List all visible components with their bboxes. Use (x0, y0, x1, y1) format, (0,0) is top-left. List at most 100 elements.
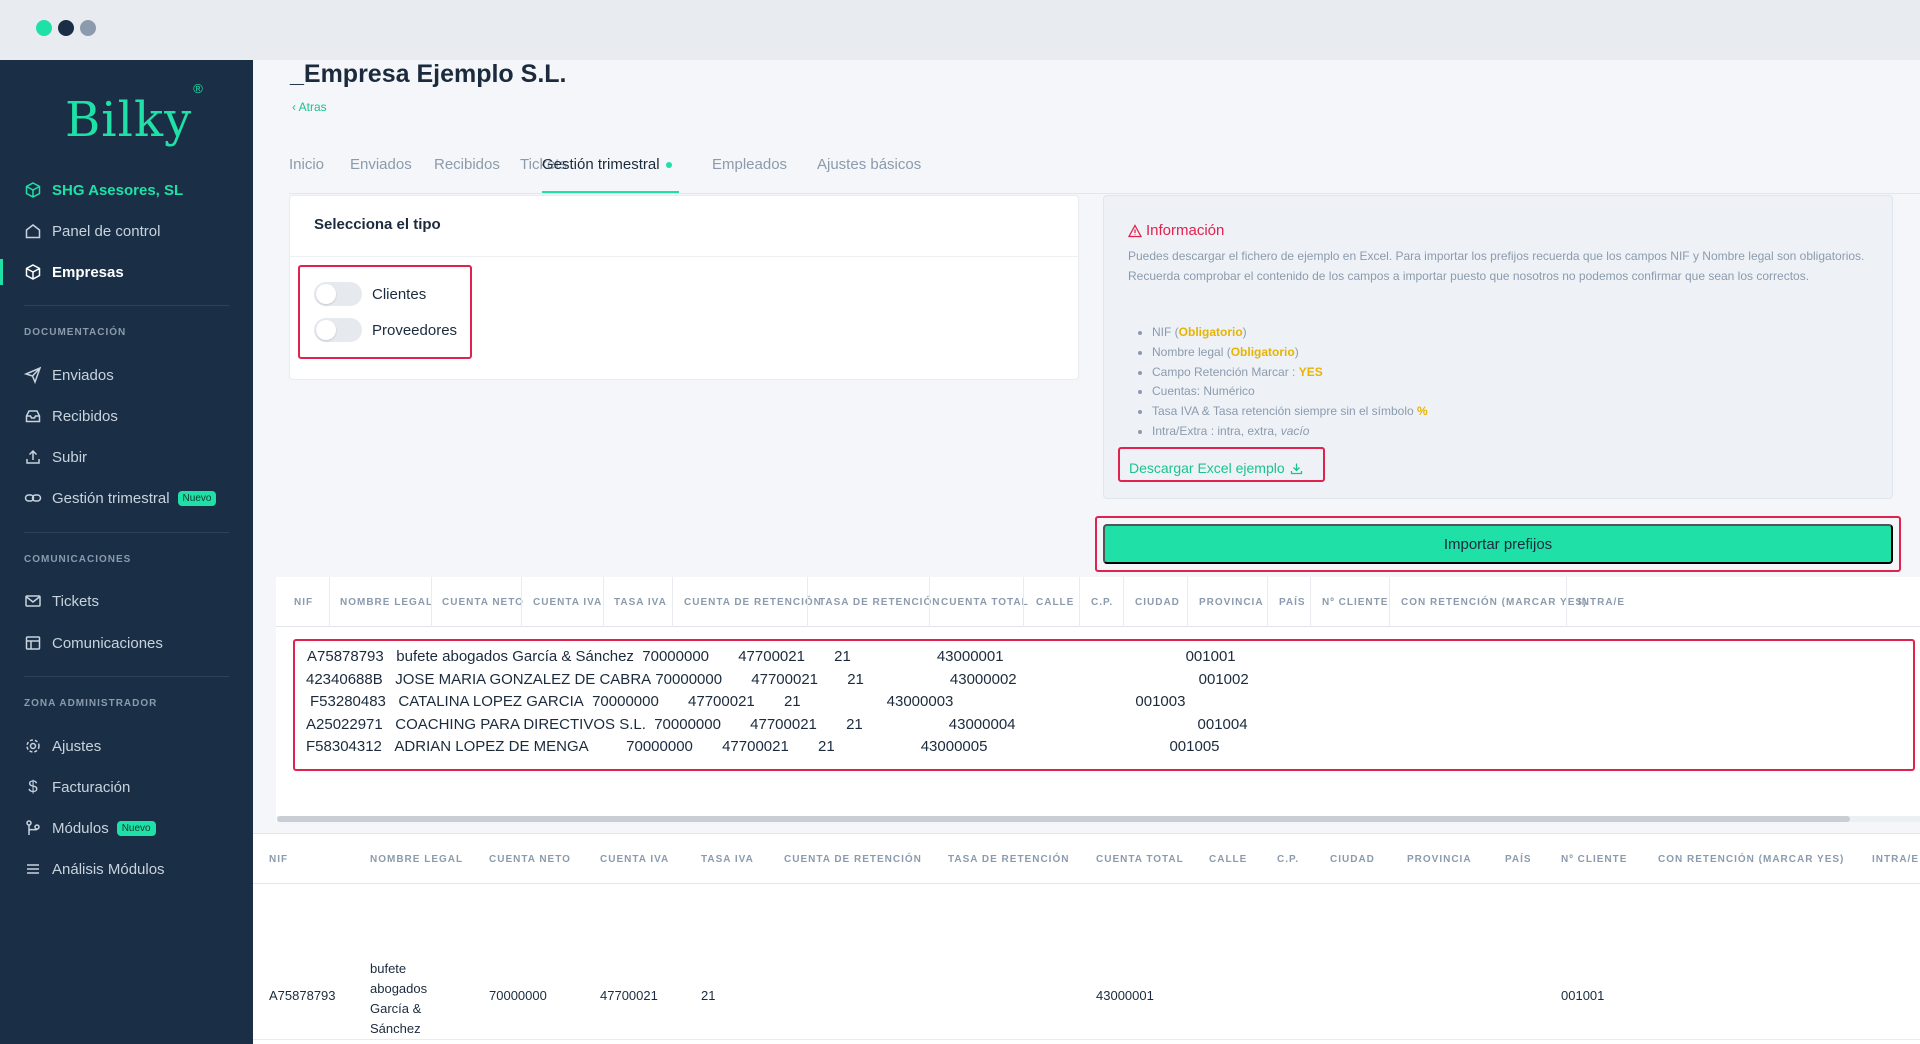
send-icon (24, 366, 42, 384)
tab-gestion-trimestral[interactable]: Gestión trimestral (542, 156, 672, 173)
column-header: TASA IVA (614, 597, 667, 608)
new-badge: Nuevo (177, 490, 217, 506)
proveedores-label: Proveedores (372, 321, 458, 339)
section-heading-zona-administrador: ZONA ADMINISTRADOR (24, 698, 158, 709)
card-title: Selecciona el tipo (314, 216, 441, 233)
back-link[interactable]: ‹ Atras (292, 100, 327, 114)
raw-data-line: 42340688B JOSE MARIA GONZALEZ DE CABRA 7… (306, 671, 1249, 688)
new-badge: Nuevo (116, 820, 156, 836)
window-icon (24, 634, 42, 652)
sidebar-item-label: Facturación (52, 778, 131, 796)
row-divider (253, 1039, 1920, 1040)
proveedores-toggle-row[interactable]: Proveedores (314, 318, 457, 342)
info-description: Puedes descargar el fichero de ejemplo e… (1128, 249, 1865, 283)
sidebar-item-comunicaciones[interactable]: Comunicaciones (24, 631, 163, 655)
sidebar-item-label: Tickets (52, 592, 99, 610)
column-header: PROVINCIA (1199, 597, 1264, 608)
result-header-row: NIF NOMBRE LEGAL CUENTA NETO CUENTA IVA … (253, 834, 1920, 884)
tab-bar: Inicio Enviados Recibidos Tickets Gestió… (289, 156, 1920, 194)
card-divider (290, 256, 1078, 257)
sidebar-item-tickets[interactable]: Tickets (24, 589, 99, 613)
cube-icon (24, 263, 42, 281)
sidebar-item-gestion-trimestral[interactable]: Gestión trimestral Nuevo (24, 486, 217, 510)
sidebar-item-panel-de-control[interactable]: Panel de control (24, 219, 160, 243)
sidebar-item-analisis-modulos[interactable]: Análisis Módulos (24, 857, 165, 881)
column-header: CUENTA DE RETENCIÓN (684, 597, 822, 608)
sidebar-item-label: Subir (52, 448, 88, 466)
dashboard-icon (24, 222, 42, 240)
section-heading-documentacion: DOCUMENTACIÓN (24, 327, 127, 338)
sidebar-item-modulos[interactable]: Módulos Nuevo (24, 816, 156, 840)
column-header: PAÍS (1279, 597, 1306, 608)
column-separator (521, 577, 522, 627)
clientes-label: Clientes (372, 285, 427, 303)
column-header: CUENTA DE RETENCIÓN (784, 854, 922, 865)
clientes-toggle[interactable] (314, 282, 362, 306)
mail-icon (24, 592, 42, 610)
cell-cuenta-iva: 47700021 (600, 988, 658, 1003)
tab-ajustes-basicos[interactable]: Ajustes básicos (817, 156, 921, 173)
proveedores-toggle[interactable] (314, 318, 362, 342)
column-header: NIF (269, 854, 289, 865)
sidebar-item-label: Recibidos (52, 407, 118, 425)
import-preview-table: NIF NOMBRE LEGAL CUENTA NETO CUENTA IVA … (276, 577, 1920, 822)
column-separator (1079, 577, 1080, 627)
column-header: TASA DE RETENCIÓN (948, 854, 1070, 865)
sidebar-item-facturacion[interactable]: $ Facturación (24, 775, 130, 799)
column-header: TASA IVA (701, 854, 754, 865)
sidebar-item-label: Ajustes (52, 737, 102, 755)
column-header: INTRA/E (1872, 854, 1919, 865)
column-header: NIF (294, 597, 314, 608)
column-separator (1389, 577, 1390, 627)
tab-empleados[interactable]: Empleados (712, 156, 787, 173)
column-separator (672, 577, 673, 627)
info-panel: Información Puedes descargar el fichero … (1103, 195, 1893, 499)
sidebar-item-subir[interactable]: Subir (24, 445, 87, 469)
column-separator (1187, 577, 1188, 627)
cell-n-cliente: 001001 (1561, 988, 1605, 1003)
sidebar-item-recibidos[interactable]: Recibidos (24, 404, 118, 428)
requirement-item: Nombre legal (Obligatorio) (1152, 343, 1428, 363)
column-separator (807, 577, 808, 627)
toggle-knob (316, 284, 336, 304)
sidebar-item-label: Comunicaciones (52, 634, 163, 652)
clientes-toggle-row[interactable]: Clientes (314, 282, 426, 306)
sidebar-divider (24, 532, 229, 533)
column-separator (603, 577, 604, 627)
company-selector[interactable]: SHG Asesores, SL (24, 178, 183, 202)
import-prefixes-button[interactable]: Importar prefijos (1103, 524, 1893, 564)
tab-enviados[interactable]: Enviados (350, 156, 412, 173)
result-table: NIF NOMBRE LEGAL CUENTA NETO CUENTA IVA … (253, 833, 1920, 1044)
window-maximize-dot[interactable] (80, 20, 96, 36)
raw-data-line: F53280483 CATALINA LOPEZ GARCIA 70000000… (310, 693, 1186, 710)
column-header: Nº CLIENTE (1322, 597, 1389, 608)
tab-recibidos[interactable]: Recibidos (434, 156, 500, 173)
tab-label: Gestión trimestral (542, 156, 660, 173)
warning-icon (1128, 223, 1142, 238)
bilky-logo[interactable]: Bilky® (65, 81, 203, 148)
sidebar-item-empresas[interactable]: Empresas (24, 260, 124, 284)
scrollbar-thumb[interactable] (277, 816, 1850, 822)
column-header: CON RETENCIÓN (MARCAR YES) (1401, 597, 1588, 608)
raw-data-line: A25022971 COACHING PARA DIRECTIVOS S.L. … (306, 716, 1248, 733)
sidebar-item-label: Módulos (52, 819, 109, 837)
sidebar-item-ajustes[interactable]: Ajustes (24, 734, 101, 758)
window-minimize-dot[interactable] (58, 20, 74, 36)
download-excel-link[interactable]: Descargar Excel ejemplo (1129, 460, 1303, 476)
column-separator (929, 577, 930, 627)
tab-inicio[interactable]: Inicio (289, 156, 324, 173)
column-header: CALLE (1036, 597, 1075, 608)
cell-tasa-iva: 21 (701, 988, 716, 1003)
sidebar-item-label: Empresas (52, 263, 124, 281)
section-heading-comunicaciones: COMUNICACIONES (24, 554, 132, 565)
column-header: TASA DE RETENCIÓN (819, 597, 941, 608)
column-header: CIUDAD (1135, 597, 1180, 608)
download-label: Descargar Excel ejemplo (1129, 460, 1285, 476)
column-header: PAÍS (1505, 854, 1532, 865)
window-close-dot[interactable] (36, 20, 52, 36)
sidebar-item-enviados[interactable]: Enviados (24, 363, 114, 387)
column-header: INTRA/E (1578, 597, 1625, 608)
logo-registered-mark: ® (193, 81, 204, 96)
column-header: CALLE (1209, 854, 1248, 865)
horizontal-scrollbar[interactable] (277, 816, 1920, 822)
